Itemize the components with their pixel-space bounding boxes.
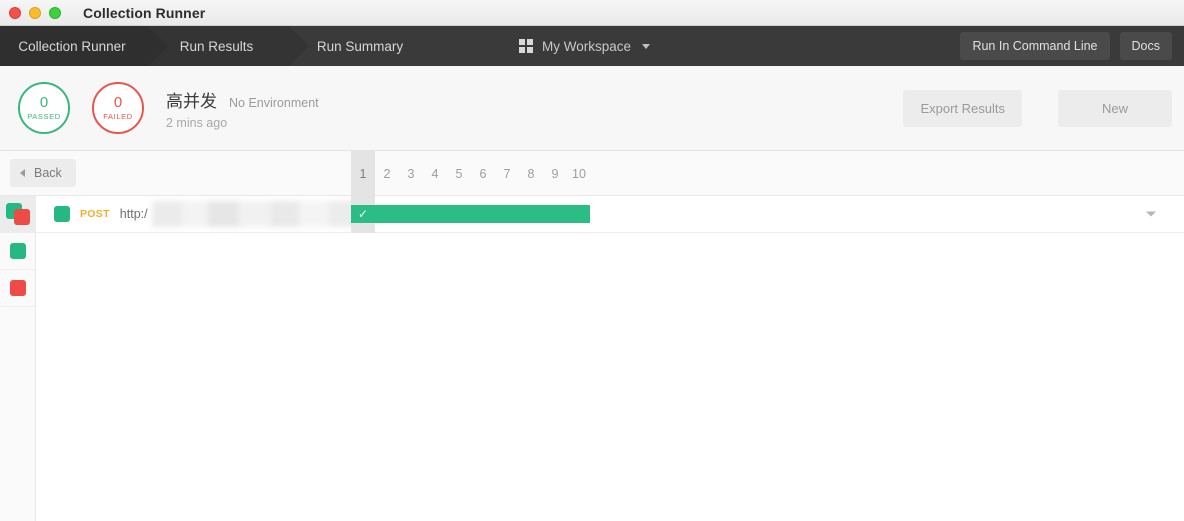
nav-actions: Run In Command Line Docs	[960, 26, 1172, 66]
breadcrumb: Collection Runner Run Results Run Summar…	[0, 26, 455, 66]
filter-sidebar	[0, 196, 36, 521]
breadcrumb-arrow-icon	[435, 26, 455, 66]
grid-icon	[519, 39, 533, 53]
run-metadata: 高并发 No Environment 2 mins ago	[166, 87, 319, 130]
iteration-tab-4[interactable]: 4	[423, 151, 447, 196]
collection-name: 高并发	[166, 91, 217, 111]
passed-count: 0	[39, 94, 49, 111]
passed-label: PASSED	[27, 112, 61, 121]
iteration-tab-5[interactable]: 5	[447, 151, 471, 196]
request-info: POST http:/ ...	[36, 201, 388, 227]
close-button[interactable]	[9, 6, 21, 19]
iteration-tab-3[interactable]: 3	[399, 151, 423, 196]
breadcrumb-item-run-summary[interactable]: Run Summary	[289, 26, 455, 66]
window-title: Collection Runner	[83, 4, 206, 21]
redacted-url	[151, 201, 368, 227]
failed-counter: 0 FAILED	[92, 82, 144, 134]
environment-label: No Environment	[229, 95, 319, 110]
breadcrumb-label: Run Results	[179, 38, 254, 54]
breadcrumb-arrow-icon	[289, 26, 309, 66]
iteration-tabs: 1 2 3 4 5 6 7 8 9 10	[351, 151, 591, 196]
failed-label: FAILED	[103, 112, 133, 121]
red-square-icon	[10, 280, 26, 296]
breadcrumb-label: Run Summary	[316, 38, 404, 54]
results-toolbar: Back 1 2 3 4 5 6 7 8 9 10	[0, 151, 1184, 196]
request-method: POST	[80, 208, 110, 220]
iteration-tab-9[interactable]: 9	[543, 151, 567, 196]
breadcrumb-item-run-results[interactable]: Run Results	[148, 26, 309, 66]
chevron-left-icon	[20, 169, 25, 177]
failed-count: 0	[113, 94, 123, 111]
failed-filter[interactable]	[0, 270, 36, 307]
green-square-icon	[54, 206, 70, 222]
request-url-prefix: http:/	[119, 207, 148, 221]
test-result-bar: ✓	[351, 205, 590, 223]
export-results-button[interactable]: Export Results	[903, 90, 1022, 127]
chevron-down-icon[interactable]	[1146, 211, 1156, 217]
window-controls	[9, 6, 61, 19]
check-icon: ✓	[357, 207, 369, 221]
title-bar: Collection Runner	[0, 0, 1184, 26]
collection-runner-window: Collection Runner Collection Runner Run …	[0, 0, 1184, 521]
iteration-tab-1[interactable]: 1	[351, 151, 375, 196]
breadcrumb-item-collection-runner[interactable]: Collection Runner	[0, 26, 168, 66]
green-square-icon	[10, 243, 26, 259]
workspace-selector[interactable]: My Workspace	[519, 38, 651, 54]
iteration-tab-2[interactable]: 2	[375, 151, 399, 196]
run-summary-bar: 0 PASSED 0 FAILED 高并发 No Environment 2 m…	[0, 66, 1184, 151]
iteration-tab-6[interactable]: 6	[471, 151, 495, 196]
table-row[interactable]: POST http:/ ... ✓	[36, 196, 1184, 233]
chevron-down-icon	[642, 43, 651, 49]
all-filter[interactable]	[0, 196, 36, 233]
minimize-button[interactable]	[29, 6, 41, 19]
breadcrumb-nav: Collection Runner Run Results Run Summar…	[0, 26, 1184, 66]
passed-counter: 0 PASSED	[18, 82, 70, 134]
maximize-button[interactable]	[49, 6, 61, 19]
docs-button[interactable]: Docs	[1119, 32, 1172, 60]
new-run-button[interactable]: New	[1057, 90, 1172, 127]
breadcrumb-label: Collection Runner	[18, 38, 126, 54]
run-in-command-line-button[interactable]: Run In Command Line	[960, 32, 1110, 60]
iteration-tab-10[interactable]: 10	[567, 151, 591, 196]
results-body: POST http:/ ... ✓ @51CTO博客	[0, 196, 1184, 521]
iteration-tab-7[interactable]: 7	[495, 151, 519, 196]
request-url: http:/ ...	[120, 201, 388, 227]
green-red-squares-icon	[6, 203, 30, 225]
iteration-tab-8[interactable]: 8	[519, 151, 543, 196]
back-label: Back	[34, 166, 62, 180]
workspace-label: My Workspace	[542, 38, 632, 54]
back-button[interactable]: Back	[10, 159, 76, 187]
breadcrumb-arrow-icon	[148, 26, 168, 66]
request-list: POST http:/ ... ✓	[36, 196, 1184, 233]
summary-actions: Export Results New	[903, 66, 1172, 151]
run-timestamp: 2 mins ago	[166, 115, 228, 130]
passed-filter[interactable]	[0, 233, 36, 270]
